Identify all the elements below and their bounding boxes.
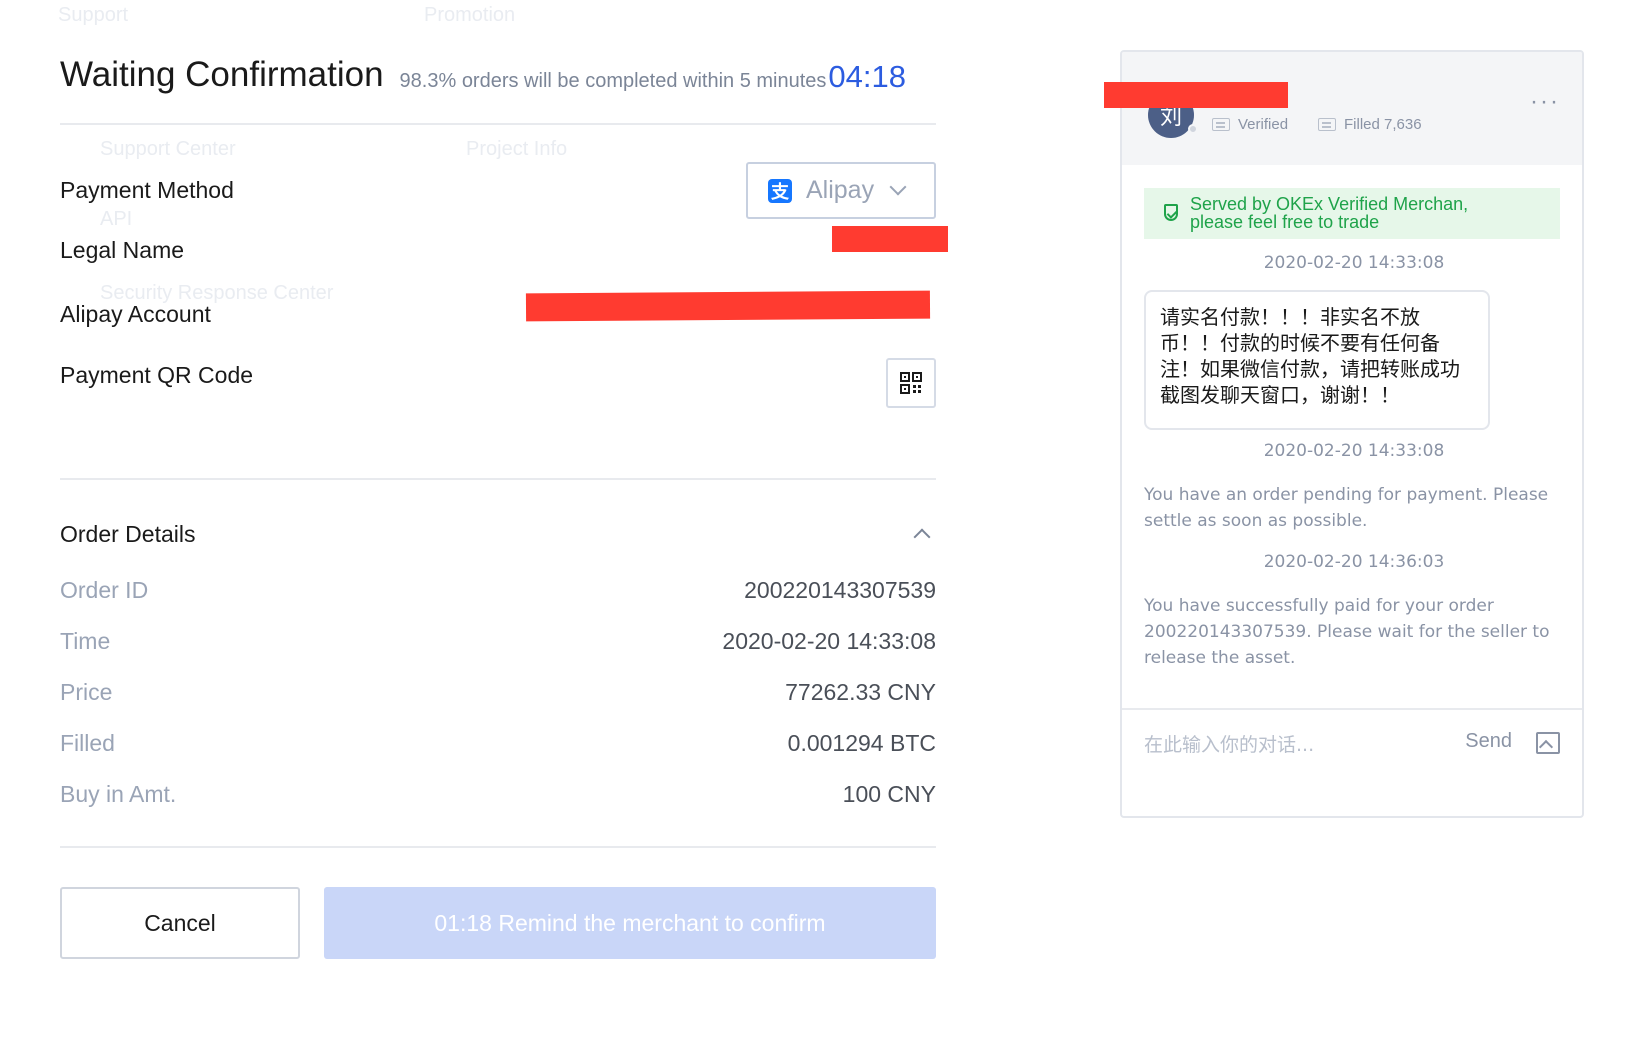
completion-hint: 98.3% orders will be completed within 5 … — [399, 70, 827, 92]
system-message: You have an order pending for payment. P… — [1144, 485, 1549, 531]
verified-badge: Verified — [1212, 116, 1288, 133]
qr-code-icon — [900, 372, 922, 394]
verified-merchant-banner: Served by OKEx Verified Merchan, please … — [1144, 188, 1560, 239]
message-timestamp: 2020-02-20 14:33:08 — [1263, 253, 1445, 273]
bg-menu-support-center: Support Center — [100, 138, 236, 160]
order-details-toggle[interactable]: Order Details — [60, 514, 936, 554]
filled-count-label: Filled 7,636 — [1344, 116, 1422, 133]
detail-value: 0.001294 BTC — [787, 729, 936, 756]
merchant-name-redaction — [1104, 82, 1288, 108]
chat-panel: 刘 Verified Filled 7,636 ··· Served by OK… — [1120, 50, 1584, 818]
alipay-account-redaction — [525, 290, 931, 322]
chat-input-divider — [1122, 708, 1582, 710]
image-upload-icon[interactable] — [1536, 732, 1560, 754]
message-timestamp: 2020-02-20 14:36:03 — [1263, 552, 1445, 572]
detail-row-order-id: Order ID 200220143307539 — [60, 570, 936, 610]
chevron-down-icon — [889, 178, 907, 195]
remind-merchant-button[interactable]: 01:18 Remind the merchant to confirm — [324, 887, 936, 959]
payment-method-label: Payment Method — [60, 177, 234, 203]
shield-check-icon — [1164, 204, 1178, 221]
section-divider — [60, 478, 936, 480]
send-button[interactable]: Send — [1465, 730, 1512, 753]
order-details-title: Order Details — [60, 520, 196, 547]
alipay-icon: 支 — [768, 178, 792, 203]
detail-row-price: Price 77262.33 CNY — [60, 672, 936, 712]
qr-code-button[interactable] — [886, 358, 936, 408]
qr-code-label: Payment QR Code — [60, 362, 254, 388]
chevron-up-icon — [913, 528, 931, 546]
chat-message-input[interactable] — [1144, 728, 1434, 762]
legal-name-row: Legal Name — [60, 230, 936, 270]
order-header: Waiting Confirmation 98.3% orders will b… — [60, 40, 936, 125]
countdown-timer: 04:18 — [828, 59, 906, 94]
detail-row-buy-amount: Buy in Amt. 100 CNY — [60, 774, 936, 814]
chat-header: 刘 Verified Filled 7,636 ··· — [1122, 52, 1582, 165]
detail-key: Time — [60, 627, 111, 654]
order-panel: Waiting Confirmation 98.3% orders will b… — [60, 40, 948, 959]
more-icon[interactable]: ··· — [1530, 88, 1560, 116]
id-card-icon — [1212, 118, 1230, 131]
merchant-message-bubble: 请实名付款！！！非实名不放币！！付款的时候不要有任何备注！如果微信付款，请把转账… — [1144, 290, 1490, 430]
banner-line-1: Served by OKEx Verified Merchan, — [1190, 194, 1469, 214]
detail-key: Price — [60, 678, 113, 705]
detail-row-filled: Filled 0.001294 BTC — [60, 723, 936, 763]
banner-line-2: please feel free to trade — [1190, 212, 1380, 232]
bg-menu-project-info: Project Info — [466, 138, 568, 160]
detail-key: Buy in Amt. — [60, 780, 177, 807]
detail-value: 100 CNY — [842, 780, 936, 807]
detail-key: Order ID — [60, 576, 149, 603]
payment-method-row: Payment Method 支 Alipay — [60, 162, 936, 219]
section-divider — [60, 846, 936, 848]
legal-name-redaction — [832, 226, 948, 252]
online-status-dot — [1188, 124, 1198, 134]
legal-name-label: Legal Name — [60, 236, 185, 263]
message-timestamp: 2020-02-20 14:33:08 — [1263, 441, 1445, 461]
alipay-account-label: Alipay Account — [60, 300, 211, 327]
qr-code-row: Payment QR Code — [60, 358, 936, 408]
detail-value: 200220143307539 — [744, 576, 936, 603]
detail-row-time: Time 2020-02-20 14:33:08 — [60, 621, 936, 661]
filled-badge: Filled 7,636 — [1318, 116, 1422, 133]
detail-value: 2020-02-20 14:33:08 — [722, 627, 936, 654]
payment-method-select[interactable]: 支 Alipay — [746, 162, 936, 219]
bg-menu-promotion: Promotion — [424, 4, 516, 26]
page-title: Waiting Confirmation — [60, 55, 384, 94]
cancel-button[interactable]: Cancel — [60, 887, 300, 959]
system-message: You have successfully paid for your orde… — [1144, 596, 1550, 668]
bg-menu-support: Support — [58, 4, 129, 26]
verified-label: Verified — [1238, 116, 1289, 133]
payment-method-value: Alipay — [806, 176, 875, 204]
detail-value: 77262.33 CNY — [785, 678, 936, 705]
detail-key: Filled — [60, 729, 115, 756]
order-count-icon — [1318, 118, 1336, 131]
